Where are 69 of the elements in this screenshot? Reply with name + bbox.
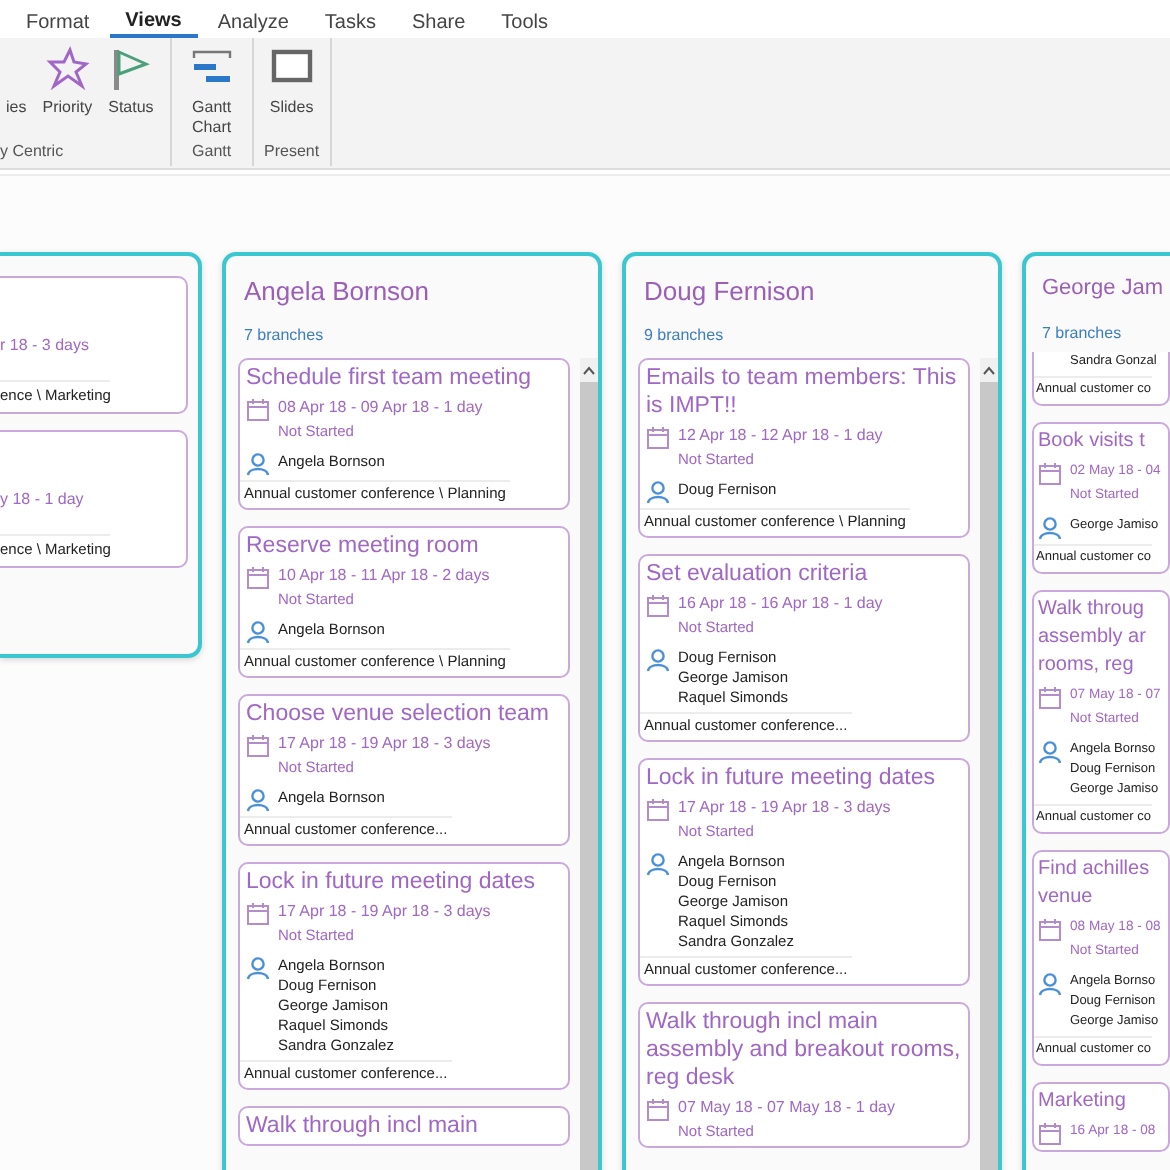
calendar-icon (1038, 686, 1062, 710)
person-icon (1038, 972, 1062, 996)
calendar-icon (1038, 462, 1062, 486)
ribbon-tab[interactable]: Analyze (201, 0, 305, 38)
group-label: y Centric (0, 142, 64, 164)
task-dates: y 18 - 1 day (0, 490, 84, 510)
branches-link[interactable]: 7 branches (244, 326, 324, 344)
column-title: George Jam (1042, 276, 1164, 300)
column-title: Doug Fernison (644, 276, 815, 306)
branches-link[interactable]: 9 branches (644, 326, 724, 344)
task-dates: 12 Apr 18 - 12 Apr 18 - 1 day (678, 426, 883, 446)
calendar-icon (646, 798, 670, 822)
calendar-icon (646, 1098, 670, 1122)
ribbon-button[interactable]: Priority (36, 38, 99, 118)
task-title: Walk throug assembly ar rooms, reg (1038, 596, 1146, 680)
task-title: Set evaluation criteria (646, 560, 868, 588)
task-title: Marketing (1038, 1088, 1126, 1116)
calendar-icon (246, 398, 270, 422)
ribbon-tab[interactable]: Tools (485, 0, 565, 38)
task-title: Lock in future meeting dates (246, 868, 535, 896)
task-title: Lock in future meeting dates (646, 764, 935, 792)
task-dates: 10 Apr 18 - 11 Apr 18 - 2 days (278, 566, 490, 586)
scrollbar[interactable] (980, 358, 998, 1170)
ribbon-button[interactable]: Slides (263, 38, 320, 118)
ribbon-tab[interactable]: Tasks (308, 0, 392, 38)
calendar-icon (246, 902, 270, 926)
branches-link[interactable]: 7 branches (1042, 324, 1122, 342)
task-title: Emails to team members: This is IMPT!! (646, 364, 959, 420)
ribbon-button[interactable]: Status (102, 38, 160, 118)
person-icon (646, 648, 670, 672)
calendar-icon (646, 594, 670, 618)
person-icon (246, 788, 270, 812)
task-title: Find achilles venue (1038, 856, 1150, 912)
calendar-icon (1038, 918, 1062, 942)
ribbon-button[interactable]: Gantt Chart (181, 38, 242, 138)
task-title: Walk through incl main (246, 1112, 478, 1140)
task-title: Reserve meeting room (246, 532, 479, 560)
column-title: Angela Bornson (244, 276, 430, 306)
task-title: Walk through incl main assembly and breakout rooms, reg desk (646, 1008, 962, 1092)
group-label: Gantt (192, 142, 232, 164)
task-dates: 17 Apr 18 - 19 Apr 18 - 3 days (678, 798, 891, 818)
task-dates: 16 Apr 18 - 16 Apr 18 - 1 day (678, 594, 883, 614)
task-title: Choose venue selection team (246, 700, 550, 728)
flag-icon (108, 46, 153, 90)
calendar-icon (246, 734, 270, 758)
person-icon (1038, 740, 1062, 764)
calendar-icon (646, 426, 670, 450)
person-icon (1038, 516, 1062, 540)
person-icon (246, 620, 270, 644)
ribbon-button[interactable]: ies (0, 38, 33, 118)
scrollbar[interactable] (580, 358, 598, 1170)
task-title: Schedule first team meeting (246, 364, 532, 392)
ribbon-tab[interactable]: Format (10, 0, 106, 38)
task-dates: 17 Apr 18 - 19 Apr 18 - 3 days (278, 734, 491, 754)
person-icon (246, 452, 270, 476)
ribbon-tab[interactable]: Views (109, 0, 198, 38)
task-dates: 17 Apr 18 - 19 Apr 18 - 3 days (278, 902, 491, 922)
task-dates: 08 Apr 18 - 09 Apr 18 - 1 day (278, 398, 483, 418)
task-dates: 07 May 18 - 07 May 18 - 1 day (678, 1098, 895, 1118)
calendar-icon (246, 566, 270, 590)
task-dates: r 18 - 3 days (0, 336, 89, 356)
group-label: Present (264, 142, 320, 164)
task-title: Book visits t (1038, 428, 1145, 456)
task-card[interactable]: Walk through incl main (238, 1106, 570, 1146)
person-icon (646, 480, 670, 504)
calendar-icon (1038, 1122, 1062, 1146)
person-icon (246, 956, 270, 980)
ribbon-tab[interactable]: Share (395, 0, 482, 38)
person-icon (646, 852, 670, 876)
